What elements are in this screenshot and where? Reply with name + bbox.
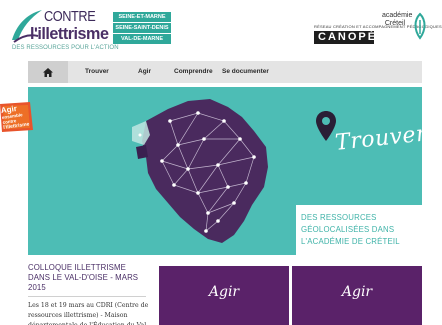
nav-item-se-documenter[interactable]: Se documenter (222, 61, 269, 83)
news-item[interactable]: COLLOQUE ILLETTRISME DANS LE VAL-D'OISE … (28, 262, 150, 325)
nav-item-agir[interactable]: Agir (138, 61, 151, 83)
logo-tagline: DES RESSOURCES POUR L'ACTION (12, 45, 119, 51)
academie-label: académie Créteil (382, 12, 412, 28)
region-list: SEINE-ET-MARNE SEINE-SAINT-DENIS VAL-DE-… (113, 12, 171, 45)
academie-line2: Créteil (384, 20, 406, 27)
hero-caption-line: GÉOLOCALISÉES DANS (301, 224, 395, 234)
region-badge[interactable]: VAL-DE-MARNE (113, 34, 171, 44)
news-title[interactable]: COLLOQUE ILLETTRISME DANS LE VAL-D'OISE … (28, 262, 149, 292)
agir-ensemble-text: Agir ensemble contre l'illettrisme (0, 103, 33, 131)
canope-logo[interactable]: RÉSEAU CRÉATION ET ACCOMPAGNEMENT PÉDAGO… (314, 24, 442, 50)
hero-banner[interactable]: Trouver DES RESSOURCES GÉOLOCALISÉES DAN… (28, 87, 422, 255)
agir-ensemble-badge[interactable]: Agir ensemble contre l'illettrisme (0, 100, 34, 134)
region-badge[interactable]: SEINE-SAINT-DENIS (113, 23, 171, 33)
site-logo[interactable]: CONTRE l'illettrisme DES RESSOURCES POUR… (8, 6, 119, 54)
region-badge[interactable]: SEINE-ET-MARNE (113, 12, 171, 22)
news-divider (28, 296, 146, 297)
academie-line1: académie (382, 12, 413, 19)
hero-caption-box: DES RESSOURCES GÉOLOCALISÉES DANS L'ACAD… (296, 205, 422, 255)
canope-subtitle: RÉSEAU CRÉATION ET ACCOMPAGNEMENT PÉDAGO… (314, 24, 442, 29)
academie-logo[interactable]: académie Créteil (382, 8, 436, 48)
hero-caption-line: DES RESSOURCES (301, 212, 377, 222)
site-header: CONTRE l'illettrisme DES RESSOURCES POUR… (0, 0, 442, 58)
hero-caption-line: L'ACADÉMIE DE CRÉTEIL (301, 236, 400, 246)
canope-wordmark: CANOPÉ (314, 31, 375, 44)
news-body: Les 18 et 19 mars au CDRI (Centre de res… (28, 302, 149, 325)
nav-item-comprendre[interactable]: Comprendre (174, 61, 213, 83)
agir-tile[interactable]: Agir (159, 266, 289, 325)
main-nav: Trouver Agir Comprendre Se documenter (28, 61, 422, 83)
map-pin-icon (316, 111, 336, 141)
nav-item-trouver[interactable]: Trouver (85, 61, 109, 83)
agir-tile[interactable]: Agir (292, 266, 422, 325)
home-icon (43, 67, 53, 77)
agir-tile-label: Agir (208, 284, 240, 300)
logo-line1: CONTRE (44, 8, 96, 25)
agir-tile-label: Agir (341, 284, 373, 300)
logo-line2: l'illettrisme (30, 24, 109, 43)
nav-home-button[interactable] (28, 61, 68, 83)
academie-emblem-icon (414, 12, 426, 40)
